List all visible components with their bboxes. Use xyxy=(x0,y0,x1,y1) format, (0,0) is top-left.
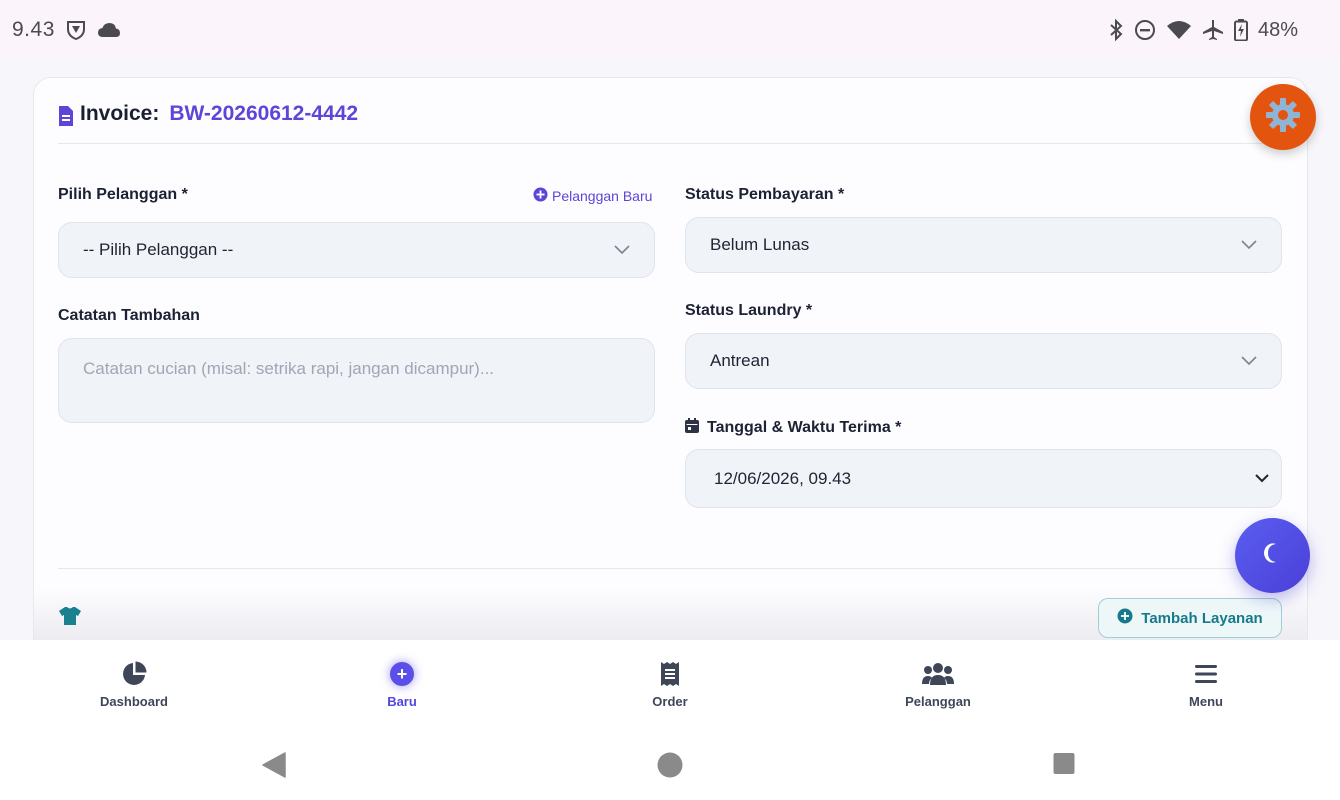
plus-circle-icon xyxy=(1117,608,1133,628)
receipt-icon xyxy=(660,660,680,688)
battery-percent: 48% xyxy=(1257,18,1298,41)
recents-icon[interactable] xyxy=(1053,752,1075,781)
customer-select-value: -- Pilih Pelanggan -- xyxy=(83,240,234,259)
customer-label: Pilih Pelanggan * xyxy=(58,186,188,204)
status-time: 9.43 xyxy=(12,18,55,41)
nav-new[interactable]: + Baru xyxy=(268,640,536,728)
back-icon[interactable] xyxy=(262,752,286,783)
notes-label-text: Catatan Tambahan xyxy=(58,307,200,324)
laundry-status-select[interactable]: Antrean xyxy=(685,333,1282,389)
add-service-button[interactable]: Tambah Layanan xyxy=(1098,598,1282,638)
settings-fab[interactable] xyxy=(1250,84,1316,150)
invoice-card: Invoice: BW-20260612-4442 Pilih Pelangga… xyxy=(33,77,1308,677)
nav-menu-label: Menu xyxy=(1189,693,1223,709)
battery-icon xyxy=(1233,19,1248,41)
laundry-status-value: Antrean xyxy=(710,351,770,370)
received-label: Tanggal & Waktu Terima * xyxy=(685,418,901,438)
plus-circle-icon: + xyxy=(390,660,414,688)
users-icon xyxy=(922,660,954,688)
laundry-status-label-text: Status Laundry * xyxy=(685,302,813,319)
invoice-label: Invoice: xyxy=(80,102,160,125)
moon-icon xyxy=(1262,542,1284,569)
nav-menu[interactable]: Menu xyxy=(1072,640,1340,728)
nav-customers-label: Pelanggan xyxy=(905,693,971,709)
home-icon[interactable] xyxy=(657,752,683,783)
invoice-number: BW-20260612-4442 xyxy=(169,102,359,125)
nav-order[interactable]: Order xyxy=(536,640,804,728)
payment-status-label-text: Status Pembayaran * xyxy=(685,186,845,203)
chevron-down-icon xyxy=(1241,240,1257,250)
bottom-navigation: Dashboard + Baru Order Pelanggan Menu xyxy=(0,640,1340,728)
payment-status-label: Status Pembayaran * xyxy=(685,186,844,204)
chevron-down-icon xyxy=(614,245,630,255)
customer-label-text: Pilih Pelanggan * xyxy=(58,186,188,203)
gear-icon xyxy=(1264,96,1302,139)
document-icon xyxy=(58,105,74,132)
section-divider xyxy=(58,568,1283,569)
wifi-icon xyxy=(1166,20,1192,40)
nav-dashboard-label: Dashboard xyxy=(100,693,168,709)
plus-circle-icon xyxy=(533,187,548,205)
received-datetime-input[interactable]: 12/06/2026, 09.43 xyxy=(685,449,1282,508)
chevron-down-icon xyxy=(1241,356,1257,366)
pie-chart-icon xyxy=(121,660,147,688)
customer-select[interactable]: -- Pilih Pelanggan -- xyxy=(58,222,655,278)
status-bar-left: 9.43 xyxy=(12,18,121,42)
nav-order-label: Order xyxy=(652,693,688,709)
status-bar: 9.43 48% xyxy=(0,0,1340,60)
vpn-shield-icon xyxy=(65,19,87,41)
new-customer-label: Pelanggan Baru xyxy=(552,188,653,204)
bluetooth-icon xyxy=(1108,19,1124,41)
airplane-icon xyxy=(1202,19,1224,41)
nav-new-label: Baru xyxy=(387,693,417,709)
payment-status-select[interactable]: Belum Lunas xyxy=(685,217,1282,273)
hamburger-icon xyxy=(1194,660,1218,688)
notes-placeholder: Catatan cucian (misal: setrika rapi, jan… xyxy=(83,359,495,378)
nav-customers[interactable]: Pelanggan xyxy=(804,640,1072,728)
new-customer-link[interactable]: Pelanggan Baru xyxy=(533,187,652,205)
received-label-text: Tanggal & Waktu Terima * xyxy=(707,419,902,436)
payment-status-value: Belum Lunas xyxy=(710,235,810,254)
status-bar-right: 48% xyxy=(1108,19,1298,42)
received-datetime-value: 12/06/2026, 09.43 xyxy=(714,468,852,488)
calendar-icon xyxy=(685,418,699,438)
chevron-down-icon[interactable] xyxy=(1255,474,1269,483)
laundry-status-label: Status Laundry * xyxy=(685,302,812,320)
do-not-disturb-icon xyxy=(1134,19,1156,41)
add-service-label: Tambah Layanan xyxy=(1141,609,1263,627)
system-navigation-bar xyxy=(0,728,1340,800)
shirt-icon xyxy=(58,606,82,631)
notes-label: Catatan Tambahan xyxy=(58,307,200,325)
nav-dashboard[interactable]: Dashboard xyxy=(0,640,268,728)
invoice-header: Invoice: BW-20260612-4442 xyxy=(58,102,1283,144)
dark-mode-toggle[interactable] xyxy=(1235,518,1310,593)
cloud-icon xyxy=(97,22,121,38)
notes-textarea[interactable]: Catatan cucian (misal: setrika rapi, jan… xyxy=(58,338,655,423)
